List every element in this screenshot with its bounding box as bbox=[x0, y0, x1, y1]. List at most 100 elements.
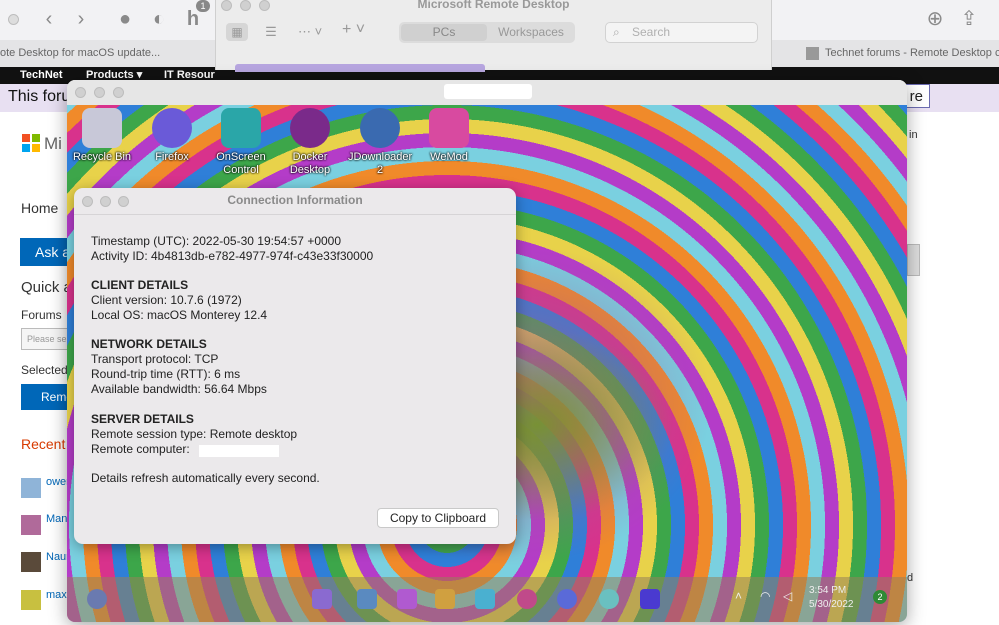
tab-pcs[interactable]: PCs bbox=[401, 24, 487, 41]
download-icon[interactable]: ⊕ bbox=[924, 8, 946, 30]
view-segmented-control: PCs Workspaces bbox=[399, 22, 575, 43]
session-type-text: Remote session type: Remote desktop bbox=[91, 427, 298, 441]
home-link[interactable]: Home bbox=[21, 200, 58, 216]
refresh-note-text: Details refresh automatically every seco… bbox=[91, 471, 320, 485]
desktop-icon-label: OnScreen Control bbox=[216, 151, 266, 176]
chevron-up-icon[interactable]: ˄ bbox=[735, 589, 742, 603]
windows-taskbar: ˄ ◠ ◁ 3:54 PM 5/30/2022 2 bbox=[67, 577, 907, 622]
extension-badge: 1 bbox=[196, 0, 210, 12]
taskbar-app-icon[interactable] bbox=[357, 589, 377, 609]
wifi-icon[interactable]: ◠ bbox=[760, 589, 770, 603]
server-details-heading: SERVER DETAILS bbox=[91, 412, 194, 426]
jdownloader-icon bbox=[360, 108, 400, 148]
remote-computer-label: Remote computer: bbox=[91, 442, 190, 456]
banner-text: This foru bbox=[8, 88, 71, 105]
back-icon[interactable]: ‹ bbox=[38, 8, 60, 30]
taskbar-clock-time[interactable]: 3:54 PM bbox=[809, 585, 846, 596]
avatar bbox=[21, 515, 41, 535]
avatar bbox=[21, 478, 41, 498]
search-placeholder: Search bbox=[632, 25, 671, 39]
desktop-icon-label: JDownloader 2 bbox=[348, 151, 413, 176]
zoom-button[interactable] bbox=[113, 87, 124, 98]
taskbar-app-icon[interactable] bbox=[517, 589, 537, 609]
local-os-text: Local OS: macOS Monterey 12.4 bbox=[91, 308, 268, 322]
wemod-icon bbox=[429, 108, 469, 148]
desktop-icon-jdownloader[interactable]: JDownloader 2 bbox=[348, 108, 412, 177]
more-options-icon[interactable]: ⋯ ˅ bbox=[298, 23, 328, 41]
pc-thumbnail[interactable] bbox=[235, 64, 485, 72]
recycle-bin-icon bbox=[82, 108, 122, 148]
forum-select-placeholder: Please sel bbox=[27, 334, 69, 344]
taskbar-app-icon[interactable] bbox=[599, 589, 619, 609]
desktop-icon-label: Docker Desktop bbox=[289, 151, 331, 176]
recent-heading: Recent bbox=[21, 436, 66, 452]
client-details-heading: CLIENT DETAILS bbox=[91, 278, 189, 292]
desktop-icon-firefox[interactable]: Firefox bbox=[140, 108, 204, 164]
grammarly-icon[interactable]: ● bbox=[114, 8, 136, 30]
client-version-text: Client version: 10.7.6 (1972) bbox=[91, 293, 242, 307]
add-icon[interactable]: + ˅ bbox=[342, 21, 372, 39]
tab-technet-forums[interactable]: Technet forums - Remote Desktop c bbox=[825, 40, 999, 67]
tab-rd-update[interactable]: ote Desktop for macOS update... bbox=[0, 40, 185, 67]
minimize-button[interactable] bbox=[94, 87, 105, 98]
firefox-icon bbox=[152, 108, 192, 148]
network-details-heading: NETWORK DETAILS bbox=[91, 337, 207, 351]
recent-user-4[interactable]: max bbox=[46, 589, 67, 601]
ask-question-button[interactable]: Ask a bbox=[20, 238, 70, 266]
bandwidth-text: Available bandwidth: 56.64 Mbps bbox=[91, 382, 267, 396]
ask-label: Ask a bbox=[35, 244, 71, 260]
taskbar-app-icon[interactable] bbox=[557, 589, 577, 609]
dialog-title: Connection Information bbox=[227, 193, 363, 207]
avatar bbox=[21, 590, 41, 610]
avatar bbox=[21, 552, 41, 572]
onscreen-control-icon bbox=[221, 108, 261, 148]
taskbar-app-icon[interactable] bbox=[640, 589, 660, 609]
microsoft-logo-icon bbox=[22, 134, 40, 152]
search-input[interactable]: ⌕ Search bbox=[605, 22, 758, 43]
list-view-icon[interactable]: ☰ bbox=[260, 23, 282, 41]
speaker-icon[interactable]: ◁ bbox=[783, 589, 792, 603]
forward-icon[interactable]: › bbox=[70, 8, 92, 30]
shield-icon[interactable]: ◐ bbox=[148, 8, 170, 30]
copy-to-clipboard-button[interactable]: Copy to Clipboard bbox=[377, 508, 499, 528]
close-button[interactable] bbox=[75, 87, 86, 98]
tab-workspaces[interactable]: Workspaces bbox=[489, 24, 573, 41]
remote-forum-button[interactable]: Remo bbox=[21, 384, 73, 410]
connection-info-dialog: Connection Information Timestamp (UTC): … bbox=[74, 188, 516, 544]
zoom-button[interactable] bbox=[259, 0, 270, 11]
grid-view-icon[interactable]: ▦ bbox=[226, 23, 248, 41]
desktop-icon-recycle-bin[interactable]: Recycle Bin bbox=[70, 108, 134, 164]
session-titlebar bbox=[67, 80, 907, 105]
transport-protocol-text: Transport protocol: TCP bbox=[91, 352, 219, 366]
recent-user-2[interactable]: Man bbox=[46, 513, 67, 525]
search-icon: ⌕ bbox=[613, 25, 620, 39]
technet-favicon-icon bbox=[806, 47, 819, 60]
activity-id-text: Activity ID: 4b4813db-e782-4977-974f-c43… bbox=[91, 249, 374, 263]
desktop-icon-onscreen-control[interactable]: OnScreen Control bbox=[209, 108, 273, 177]
desktop-icon-wemod[interactable]: WeMod bbox=[417, 108, 481, 164]
remote-desktop-app-window: Microsoft Remote Desktop ▦ ☰ ⋯ ˅ + ˅ PCs… bbox=[215, 0, 772, 72]
taskbar-app-icon[interactable] bbox=[397, 589, 417, 609]
notification-badge[interactable]: 2 bbox=[873, 590, 887, 604]
taskbar-app-icon[interactable] bbox=[435, 589, 455, 609]
taskbar-clock-date[interactable]: 5/30/2022 bbox=[809, 599, 854, 610]
desktop-icon-docker[interactable]: Docker Desktop bbox=[278, 108, 342, 177]
close-button[interactable] bbox=[221, 0, 232, 11]
quick-access-heading: Quick a bbox=[21, 279, 72, 296]
share-icon[interactable]: ⇪ bbox=[958, 8, 980, 30]
nav-technet[interactable]: TechNet bbox=[20, 67, 63, 84]
redacted-session-title bbox=[444, 84, 532, 99]
rtt-text: Round-trip time (RTT): 6 ms bbox=[91, 367, 241, 381]
search-icon[interactable] bbox=[87, 589, 107, 609]
desktop-icon-label: WeMod bbox=[430, 151, 468, 163]
taskbar-app-icon[interactable] bbox=[475, 589, 495, 609]
microsoft-logo-text: Mi bbox=[44, 134, 62, 153]
dialog-titlebar: Connection Information bbox=[74, 188, 516, 215]
forum-select[interactable]: Please sel bbox=[21, 328, 71, 350]
search-button-fragment[interactable] bbox=[907, 244, 920, 276]
sign-in-fragment[interactable]: in bbox=[909, 129, 918, 141]
timestamp-text: Timestamp (UTC): 2022-05-30 19:54:57 +00… bbox=[91, 234, 342, 248]
docker-icon bbox=[290, 108, 330, 148]
taskbar-app-icon[interactable] bbox=[312, 589, 332, 609]
minimize-button[interactable] bbox=[240, 0, 251, 11]
